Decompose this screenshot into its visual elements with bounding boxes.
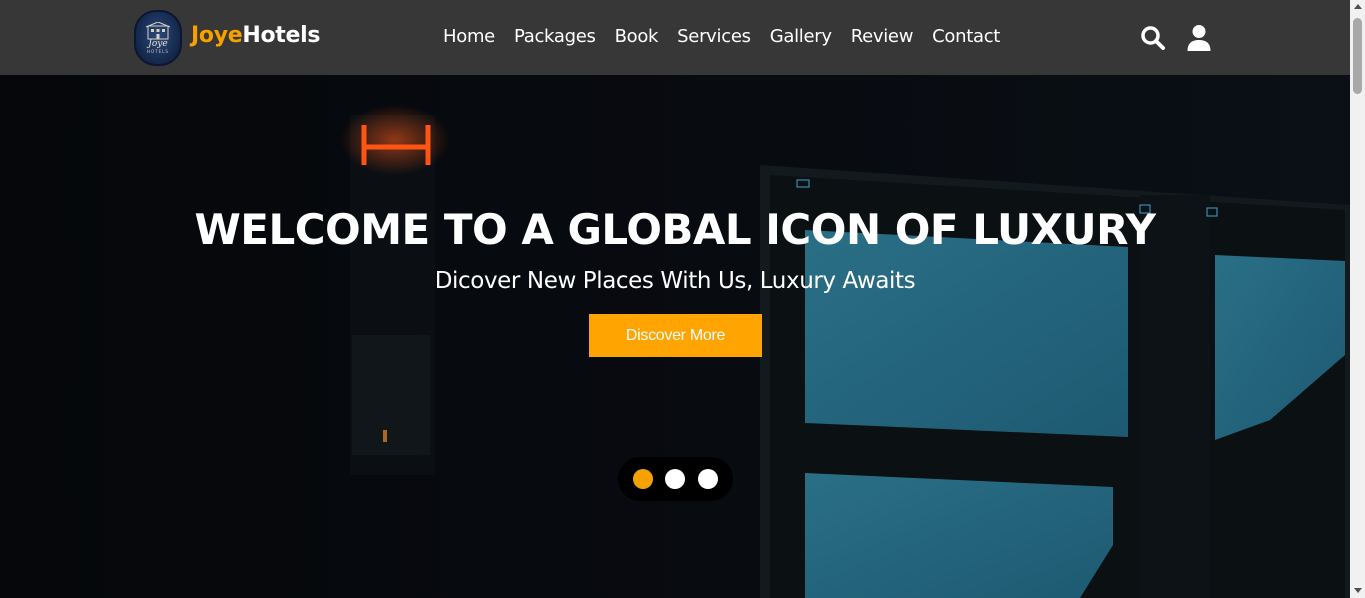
scroll-down-arrow-icon[interactable]	[1354, 588, 1362, 593]
brand-name-part1: Joye	[191, 23, 243, 48]
hero-section: WELCOME TO A GLOBAL ICON OF LUXURY Dicov…	[0, 75, 1350, 598]
nav-home[interactable]: Home	[443, 26, 495, 47]
hotel-building-icon	[145, 22, 171, 40]
discover-more-button[interactable]: Discover More	[589, 314, 762, 357]
scroll-up-arrow-icon[interactable]	[1354, 4, 1362, 9]
site-header: Joye HOTELS JoyeHotels Home Packages Boo…	[0, 0, 1350, 75]
search-icon	[1141, 26, 1165, 50]
user-icon	[1187, 25, 1211, 51]
nav-contact[interactable]: Contact	[932, 26, 1000, 47]
nav-packages[interactable]: Packages	[514, 26, 596, 47]
page-scrollbar[interactable]	[1350, 0, 1365, 598]
slide-dot-3[interactable]	[698, 469, 718, 489]
search-button[interactable]	[1139, 24, 1167, 52]
hero-title: WELCOME TO A GLOBAL ICON OF LUXURY	[194, 205, 1156, 254]
logo[interactable]: Joye HOTELS	[134, 10, 182, 66]
slide-dot-2[interactable]	[665, 469, 685, 489]
scrollbar-thumb[interactable]	[1353, 18, 1362, 94]
nav-book[interactable]: Book	[615, 26, 659, 47]
nav-services[interactable]: Services	[677, 26, 751, 47]
nav-gallery[interactable]: Gallery	[770, 26, 832, 47]
main-nav: Home Packages Book Services Gallery Revi…	[443, 26, 1019, 47]
logo-subtext: HOTELS	[147, 49, 169, 54]
account-button[interactable]	[1185, 24, 1213, 52]
slide-dot-1[interactable]	[633, 469, 653, 489]
brand-name-part2: Hotels	[242, 23, 321, 48]
hero-subtitle: Dicover New Places With Us, Luxury Await…	[434, 268, 916, 294]
nav-review[interactable]: Review	[851, 26, 914, 47]
logo-text: Joye	[148, 39, 168, 49]
brand-name[interactable]: JoyeHotels	[191, 23, 320, 48]
slider-pagination	[618, 457, 733, 501]
